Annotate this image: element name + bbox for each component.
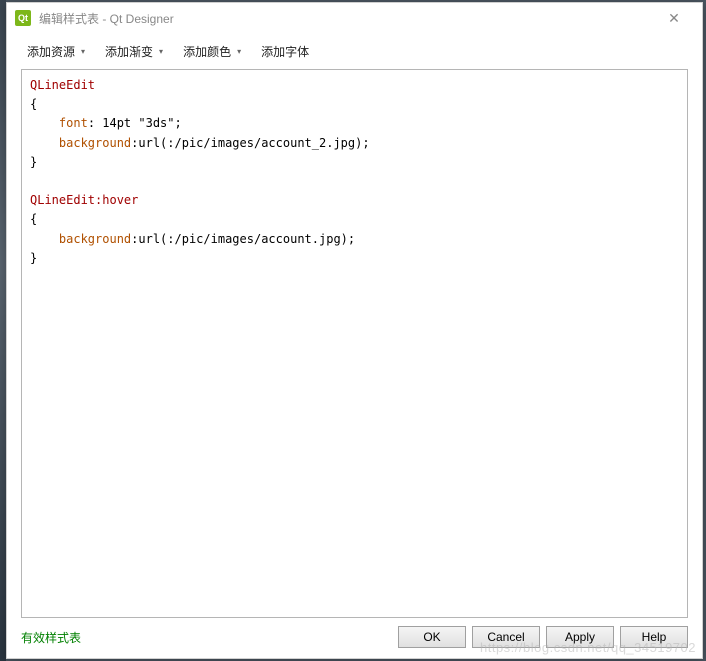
chevron-down-icon: ▾ (159, 47, 163, 56)
toolbar-item-label: 添加颜色 (183, 43, 231, 60)
toolbar-item-label: 添加渐变 (105, 43, 153, 60)
toolbar: 添加资源 ▾ 添加渐变 ▾ 添加颜色 ▾ 添加字体 (7, 33, 702, 69)
cancel-button[interactable]: Cancel (472, 626, 540, 648)
add-resource-button[interactable]: 添加资源 ▾ (27, 43, 85, 60)
chevron-down-icon: ▾ (81, 47, 85, 56)
apply-button[interactable]: Apply (546, 626, 614, 648)
add-gradient-button[interactable]: 添加渐变 ▾ (105, 43, 163, 60)
stylesheet-textarea[interactable]: QLineEdit{ font: 14pt "3ds"; background:… (21, 69, 688, 618)
ok-button[interactable]: OK (398, 626, 466, 648)
toolbar-item-label: 添加字体 (261, 43, 309, 60)
add-font-button[interactable]: 添加字体 (261, 43, 309, 60)
chevron-down-icon: ▾ (237, 47, 241, 56)
titlebar: Qt 编辑样式表 - Qt Designer ✕ (7, 3, 702, 33)
footer: 有效样式表 OK Cancel Apply Help (7, 618, 702, 658)
help-button[interactable]: Help (620, 626, 688, 648)
close-icon[interactable]: ✕ (654, 3, 694, 33)
validation-status: 有效样式表 (21, 629, 392, 646)
toolbar-item-label: 添加资源 (27, 43, 75, 60)
stylesheet-editor-dialog: Qt 编辑样式表 - Qt Designer ✕ 添加资源 ▾ 添加渐变 ▾ 添… (6, 2, 703, 659)
add-color-button[interactable]: 添加颜色 ▾ (183, 43, 241, 60)
app-icon: Qt (15, 10, 31, 26)
window-title: 编辑样式表 - Qt Designer (39, 10, 654, 27)
